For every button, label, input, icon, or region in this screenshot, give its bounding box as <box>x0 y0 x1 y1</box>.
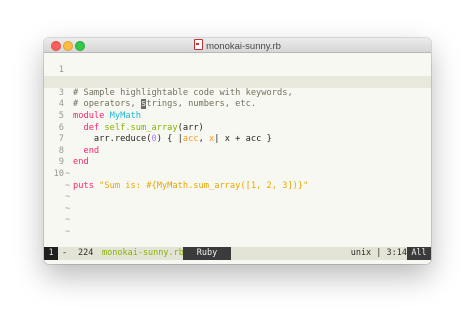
empty-line-marker: ~ <box>65 227 71 237</box>
editor-window: monokai-sunny.rb 1 2 # Sample highlighta… <box>44 38 431 264</box>
major-mode[interactable]: Ruby <box>183 247 231 260</box>
window-title: monokai-sunny.rb <box>206 41 281 52</box>
ruby-file-icon <box>194 39 204 50</box>
code-line: 4 module MyMath <box>44 88 431 121</box>
code-editor[interactable]: 1 2 # Sample highlightable code with key… <box>44 53 431 247</box>
buffer-name: monokai-sunny.rb <box>102 248 184 258</box>
code-line: 1 <box>44 53 431 75</box>
code-line: 8 end <box>44 134 431 168</box>
title-bar[interactable]: monokai-sunny.rb <box>44 38 431 53</box>
window-bottom-edge <box>44 260 431 264</box>
code-line: 6 arr.reduce(0) { |acc, x| x + acc } <box>44 111 431 145</box>
empty-line-marker: ~ <box>65 203 71 214</box>
empty-line-marker: ~ <box>65 215 71 226</box>
current-line: 3 # operators, strings, numbers, etc. <box>44 76 431 110</box>
line-count: 224 <box>78 248 94 258</box>
status-bar: 1 - 224 monokai-sunny.rb Ruby unix | 3:1… <box>44 247 431 260</box>
empty-line-marker: ~ <box>65 192 71 203</box>
encoding-position: unix | 3:14 <box>350 248 407 258</box>
scroll-position: All <box>407 247 431 260</box>
code-line: 2 # Sample highlightable code with keywo… <box>44 65 431 98</box>
empty-line-marker: ~ <box>65 180 71 191</box>
code-line: 7 end <box>44 123 431 156</box>
window-title-area: monokai-sunny.rb <box>44 39 431 52</box>
modified-indicator: - <box>62 248 68 258</box>
code-line: 9 <box>44 146 431 167</box>
window-number: 1 <box>44 247 58 260</box>
empty-line-marker: ~ <box>65 169 71 179</box>
code-line: 5 def self.sum_array(arr) <box>44 99 431 133</box>
code-line: 10 puts "Sum is: #{MyMath.sum_array([1, … <box>44 157 431 191</box>
